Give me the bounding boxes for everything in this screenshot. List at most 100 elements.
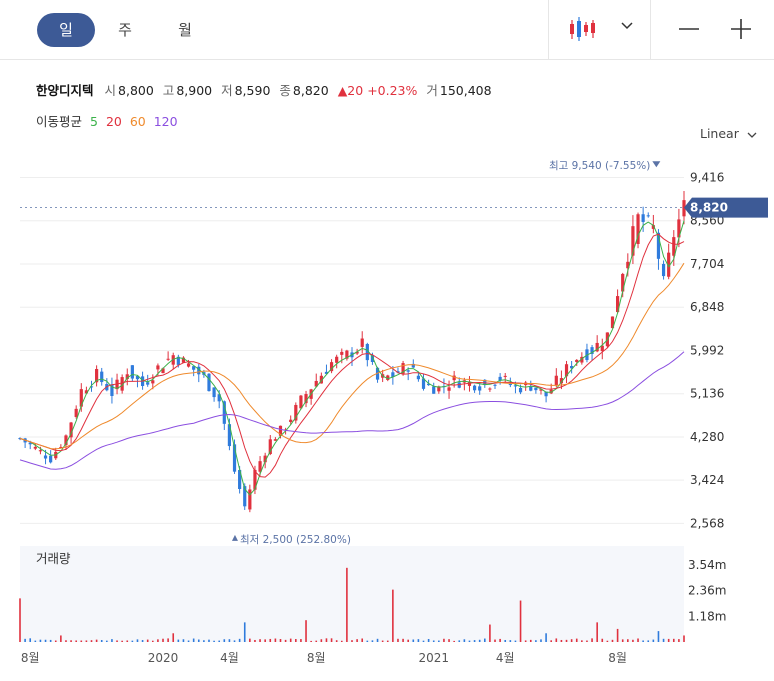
volume-bar [478, 639, 481, 642]
y-tick-label: 9,416 [690, 170, 724, 184]
volume-bar [667, 638, 670, 642]
candle-body [146, 382, 150, 385]
volume-bar [121, 640, 123, 642]
volume-bar [284, 639, 287, 642]
volume-bar [432, 640, 435, 642]
candle-body [212, 387, 216, 398]
volume-bar [504, 639, 507, 642]
volume-bar [75, 640, 77, 642]
volume-bar [126, 640, 129, 642]
candle-body [493, 384, 497, 386]
x-tick-label: 4월 [220, 651, 239, 665]
volume-bar [233, 640, 236, 642]
volume-bar [106, 640, 108, 642]
candle-body [156, 365, 160, 370]
volume-bar [65, 640, 67, 642]
candle-body [508, 383, 512, 386]
volume-bar [458, 640, 461, 642]
volume-bar [177, 639, 180, 642]
y-tick-label: 5,992 [690, 343, 724, 357]
volume-bar [473, 640, 476, 642]
volume-bar [550, 640, 552, 642]
y-tick-label: 4,280 [690, 430, 724, 444]
volume-bar [274, 638, 277, 642]
volume-bar [519, 600, 522, 642]
volume-bar [249, 638, 251, 642]
candle-body [360, 338, 364, 347]
volume-bar [335, 640, 338, 642]
volume-bar [279, 639, 282, 642]
volume-tick-label: 1.18m [688, 609, 726, 623]
volume-bar [24, 638, 26, 642]
volume-bar [652, 639, 655, 642]
volume-bar [172, 633, 175, 642]
volume-bar [305, 620, 307, 642]
x-tick-label: 8월 [608, 651, 627, 665]
volume-bar [606, 640, 609, 642]
volume-title: 거래량 [36, 551, 71, 566]
volume-bar [376, 638, 379, 642]
volume-bar [208, 639, 210, 642]
volume-bar [514, 640, 517, 642]
candle-body [503, 375, 507, 377]
candle-body [488, 388, 492, 390]
volume-bar [192, 638, 195, 642]
volume-bar [213, 640, 215, 642]
volume-bar [300, 639, 302, 642]
volume-bar [489, 624, 491, 642]
volume-bar [570, 639, 573, 642]
volume-bar [356, 639, 358, 642]
candle-body [529, 386, 533, 391]
y-tick-label: 2,568 [690, 516, 724, 530]
x-tick-label: 2020 [148, 651, 179, 665]
volume-bar [19, 598, 21, 642]
candle-body [289, 419, 293, 422]
volume-bar [443, 638, 445, 642]
candle-body [554, 375, 558, 386]
volume-bar [218, 640, 220, 642]
volume-bar [310, 640, 312, 642]
high-annotation: 최고 9,540 (-7.55%) [549, 160, 650, 172]
volume-bar [575, 638, 578, 642]
volume-bar [392, 589, 394, 642]
volume-bar [565, 639, 568, 642]
volume-bar [529, 639, 532, 642]
volume-bar [386, 640, 389, 642]
volume-bar [152, 640, 154, 642]
volume-bar [616, 628, 619, 642]
volume-bar [80, 640, 83, 642]
volume-bar [484, 638, 486, 642]
candle-body [518, 387, 523, 393]
candle-body [575, 359, 579, 362]
candle-body [49, 455, 53, 463]
x-tick-label: 8월 [307, 651, 326, 665]
volume-bar [657, 631, 660, 642]
candle-body [151, 380, 155, 384]
volume-bar [662, 638, 665, 642]
volume-bar [627, 639, 629, 642]
y-tick-label: 7,704 [690, 257, 724, 271]
volume-bar [269, 638, 272, 642]
volume-bar [621, 639, 624, 642]
volume-bar [535, 640, 537, 642]
candle-body [621, 273, 625, 292]
candle-body [33, 446, 37, 449]
volume-bar [468, 640, 471, 642]
volume-panel-bg [20, 546, 684, 642]
volume-bar [146, 639, 149, 642]
price-chart[interactable]: 9,4168,5607,7046,8485,9925,1364,2803,424… [0, 0, 774, 681]
candle-body [646, 215, 650, 217]
volume-tick-label: 3.54m [688, 558, 726, 572]
volume-bar [325, 638, 328, 642]
volume-bar [100, 640, 103, 642]
volume-bar [366, 640, 369, 642]
volume-bar [315, 640, 318, 642]
volume-bar [540, 639, 542, 642]
volume-bar [463, 639, 466, 642]
volume-bar [295, 639, 297, 642]
volume-bar [136, 639, 139, 642]
volume-bar [111, 639, 113, 642]
volume-bar [182, 639, 185, 642]
volume-bar [417, 639, 420, 642]
volume-bar [95, 639, 98, 642]
